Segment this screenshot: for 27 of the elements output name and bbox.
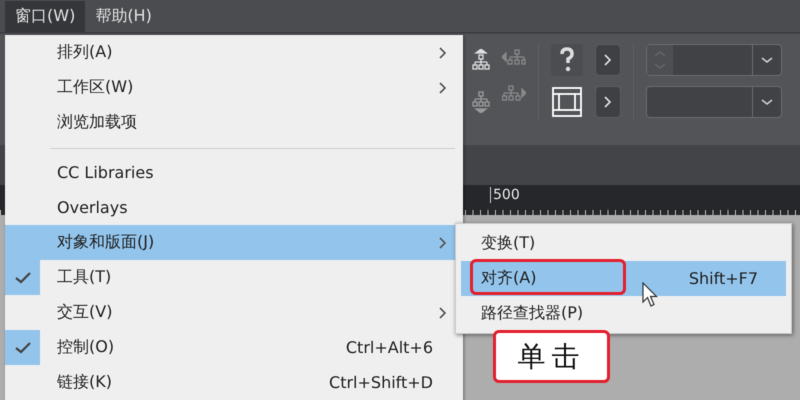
callout-label: 单击 [493, 330, 610, 383]
checkmark-icon [14, 342, 30, 354]
help-icon[interactable] [551, 44, 583, 76]
chevron-button[interactable] [595, 86, 621, 118]
menu-item[interactable]: 浏览加载项 [5, 105, 463, 140]
chevron-button[interactable] [595, 44, 621, 76]
spinner-field[interactable] [646, 44, 782, 76]
menu-item[interactable]: 路径查找器(P) [461, 296, 786, 331]
hierarchy-icon[interactable] [472, 49, 490, 71]
menu-item[interactable]: 工作区(W) [5, 70, 463, 105]
menu-item[interactable]: Overlays [5, 190, 463, 225]
menu-item[interactable]: 交互(V) [5, 295, 463, 330]
dropdown-field[interactable] [646, 86, 782, 118]
checkmark-icon [14, 272, 30, 284]
menu-item[interactable]: 链接(K) Ctrl+Shift+D [5, 365, 463, 400]
menu-item[interactable]: 对齐(A) Shift+F7 [461, 261, 786, 296]
hierarchy-icon[interactable] [472, 91, 490, 113]
menu-item[interactable]: 变换(T) [461, 226, 786, 261]
menu-item[interactable]: 排列(A) [5, 35, 463, 70]
menu-item[interactable]: CC Libraries [5, 155, 463, 190]
cursor-icon [642, 282, 658, 308]
menu-item[interactable]: 控制(O) Ctrl+Alt+6 [5, 330, 463, 365]
frame-icon[interactable] [551, 86, 583, 118]
menu-title[interactable]: 帮助(H) [85, 0, 162, 32]
menu-item[interactable]: 工具(T) [5, 260, 463, 295]
menu-title[interactable]: 窗口(W) [5, 0, 86, 32]
ruler-label: 500 [490, 187, 520, 203]
